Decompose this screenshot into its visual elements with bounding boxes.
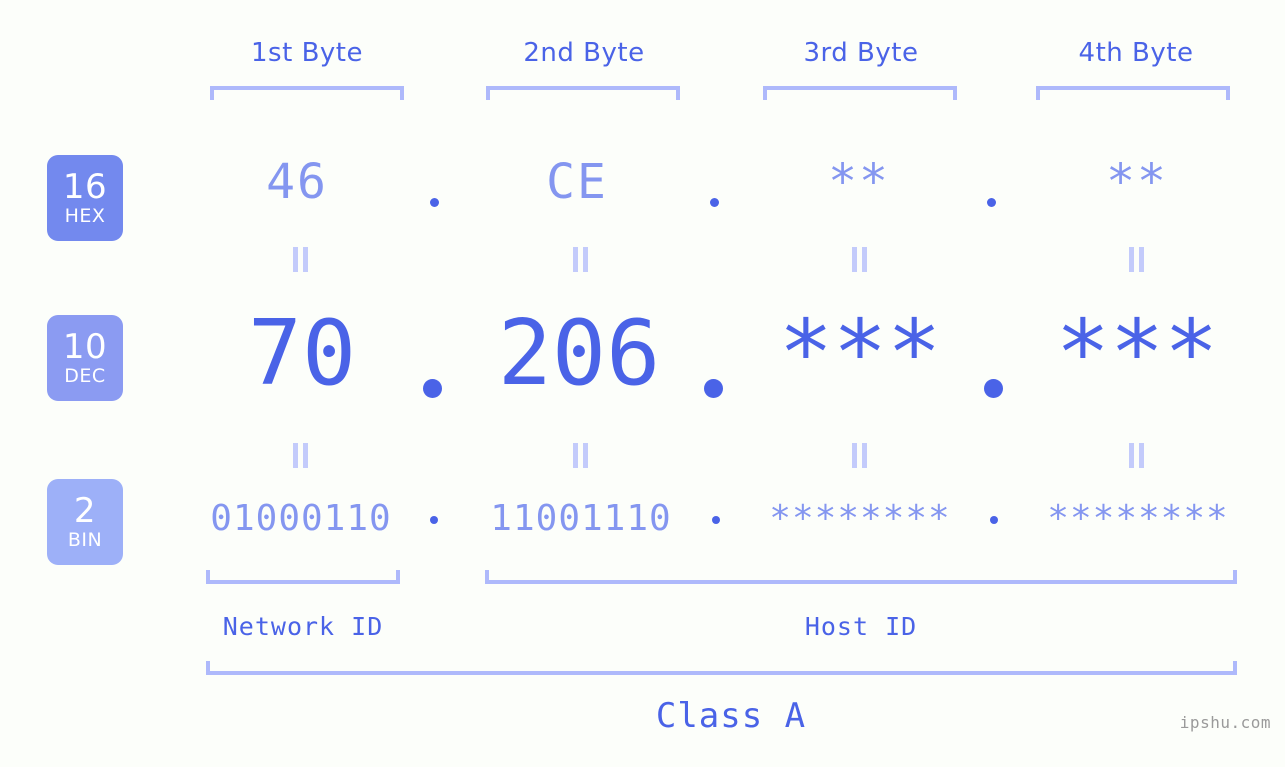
equals-mark-dec-bin-3 xyxy=(851,443,868,468)
base-badge-bin-abbr: BIN xyxy=(67,529,103,551)
dec-dot-separator-1 xyxy=(423,379,442,398)
base-badge-hex-number: 16 xyxy=(62,167,108,207)
dec-octet-2: 206 xyxy=(497,301,661,406)
site-watermark: ipshu.com xyxy=(1179,713,1271,732)
bin-octet-1: 01000110 xyxy=(210,498,392,539)
equals-mark-dec-bin-1 xyxy=(292,443,309,468)
hex-octet-4: ** xyxy=(1106,154,1168,210)
host-id-label: Host ID xyxy=(804,612,918,641)
base-badge-hex: 16 HEX xyxy=(47,155,123,241)
equals-mark-hex-dec-2 xyxy=(572,247,589,272)
hex-dot-separator-3 xyxy=(987,198,996,207)
bin-octet-2: 11001110 xyxy=(490,498,672,539)
byte-header-3: 3rd Byte xyxy=(803,38,919,68)
dec-octet-3: *** xyxy=(778,301,942,406)
network-id-label: Network ID xyxy=(222,612,384,641)
base-badge-dec-number: 10 xyxy=(62,327,108,367)
byte-header-4: 4th Byte xyxy=(1078,38,1194,68)
base-badge-dec-abbr: DEC xyxy=(64,365,106,387)
hex-dot-separator-1 xyxy=(430,198,439,207)
hex-octet-2: CE xyxy=(546,154,608,210)
network-id-bracket xyxy=(206,570,400,584)
ip-address-breakdown-diagram: 1st Byte 2nd Byte 3rd Byte 4th Byte 16 H… xyxy=(0,0,1285,767)
class-label: Class A xyxy=(655,696,807,736)
base-badge-hex-abbr: HEX xyxy=(64,205,106,227)
equals-mark-hex-dec-3 xyxy=(851,247,868,272)
host-id-bracket xyxy=(485,570,1237,584)
byte-bracket-2 xyxy=(486,86,680,100)
class-bracket xyxy=(206,661,1237,675)
byte-bracket-3 xyxy=(763,86,957,100)
dec-dot-separator-3 xyxy=(984,379,1003,398)
base-badge-dec: 10 DEC xyxy=(47,315,123,401)
equals-mark-hex-dec-4 xyxy=(1128,247,1145,272)
base-badge-bin-number: 2 xyxy=(73,491,97,531)
bin-dot-separator-1 xyxy=(430,516,438,524)
bin-dot-separator-3 xyxy=(990,516,998,524)
equals-mark-dec-bin-2 xyxy=(572,443,589,468)
dec-octet-4: *** xyxy=(1055,301,1219,406)
hex-dot-separator-2 xyxy=(710,198,719,207)
hex-octet-3: ** xyxy=(828,154,890,210)
byte-bracket-1 xyxy=(210,86,404,100)
hex-octet-1: 46 xyxy=(266,154,328,210)
dec-octet-1: 70 xyxy=(247,301,357,406)
bin-octet-3: ******** xyxy=(769,498,951,539)
byte-header-1: 1st Byte xyxy=(251,38,363,68)
bin-octet-4: ******** xyxy=(1047,498,1229,539)
byte-header-2: 2nd Byte xyxy=(523,38,645,68)
byte-bracket-4 xyxy=(1036,86,1230,100)
equals-mark-dec-bin-4 xyxy=(1128,443,1145,468)
bin-dot-separator-2 xyxy=(712,516,720,524)
base-badge-bin: 2 BIN xyxy=(47,479,123,565)
dec-dot-separator-2 xyxy=(704,379,723,398)
equals-mark-hex-dec-1 xyxy=(292,247,309,272)
